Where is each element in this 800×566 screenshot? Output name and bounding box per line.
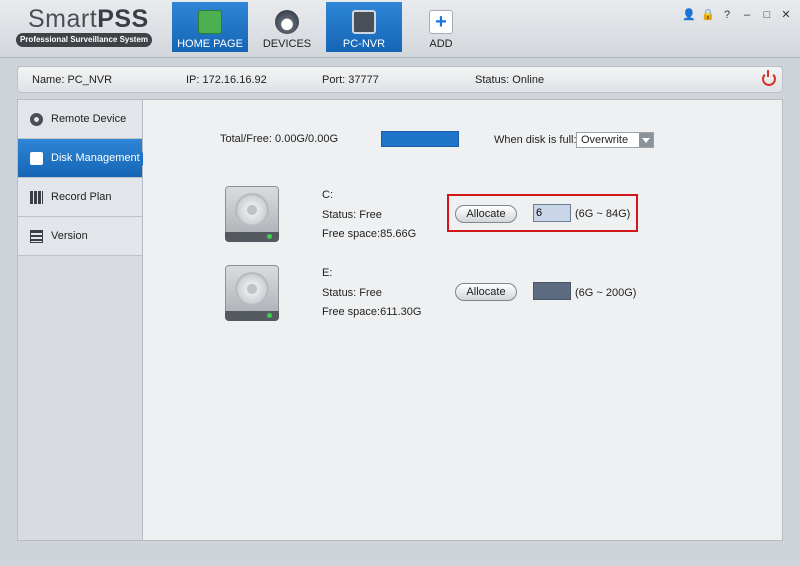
hard-disk-icon bbox=[225, 186, 279, 242]
disk-usage-bar bbox=[381, 131, 459, 147]
hdd-led bbox=[267, 313, 272, 318]
drive-free-space: Free space:611.30G bbox=[322, 306, 422, 318]
chevron-down-icon[interactable] bbox=[639, 133, 653, 147]
device-name: Name: PC_NVR bbox=[32, 74, 113, 86]
record-icon bbox=[30, 191, 43, 204]
tab-label: ADD bbox=[429, 38, 453, 50]
help-icon[interactable]: ? bbox=[720, 8, 734, 22]
close-button[interactable]: ✕ bbox=[779, 8, 793, 22]
sidebar-item-label: Version bbox=[51, 230, 88, 242]
device-status: Status: Online bbox=[475, 74, 545, 86]
when-full-value: Overwrite bbox=[581, 134, 629, 146]
highlight-box bbox=[447, 194, 638, 232]
tab-label: PC-NVR bbox=[342, 38, 386, 50]
logo-subtitle: Professional Surveillance System bbox=[16, 33, 152, 47]
nvr-icon bbox=[352, 10, 376, 34]
allocate-range-e: (6G ~ 200G) bbox=[575, 287, 637, 299]
camera-icon bbox=[275, 10, 299, 34]
hard-disk-icon bbox=[225, 265, 279, 321]
tab-add[interactable]: + ADD bbox=[403, 2, 479, 52]
sidebar-item-label: Disk Management bbox=[51, 152, 140, 164]
sidebar-item-remote-device[interactable]: Remote Device bbox=[18, 100, 142, 139]
minimize-button[interactable]: – bbox=[740, 8, 754, 22]
total-free-label: Total/Free: 0.00G/0.00G bbox=[220, 133, 339, 145]
allocate-button-e[interactable]: Allocate bbox=[455, 283, 517, 301]
tab-pc-nvr[interactable]: PC-NVR bbox=[326, 2, 402, 52]
drive-status: Status: Free bbox=[322, 209, 382, 221]
sidebar-item-disk-management[interactable]: Disk Management bbox=[18, 139, 149, 178]
title-bar: SmartPSS Professional Surveillance Syste… bbox=[0, 0, 800, 58]
device-ip: IP: 172.16.16.92 bbox=[186, 74, 267, 86]
sidebar-item-label: Record Plan bbox=[51, 191, 112, 203]
hdd-led bbox=[267, 234, 272, 239]
app-logo: SmartPSS Professional Surveillance Syste… bbox=[16, 5, 156, 47]
drive-name: E: bbox=[322, 267, 333, 279]
version-icon bbox=[30, 230, 43, 243]
maximize-button[interactable]: □ bbox=[760, 8, 774, 22]
tab-label: DEVICES bbox=[262, 38, 312, 50]
tab-home-page[interactable]: HOME PAGE bbox=[172, 2, 248, 52]
drive-status: Status: Free bbox=[322, 287, 382, 299]
device-info-bar: Name: PC_NVR IP: 172.16.16.92 Port: 3777… bbox=[17, 66, 783, 93]
tab-devices[interactable]: DEVICES bbox=[249, 2, 325, 52]
sidebar: Remote Device Disk Management Record Pla… bbox=[17, 99, 149, 541]
sidebar-item-version[interactable]: Version bbox=[18, 217, 142, 256]
sidebar-item-label: Remote Device bbox=[51, 113, 127, 125]
when-full-label: When disk is full: bbox=[494, 134, 577, 146]
lock-icon[interactable]: 🔒 bbox=[701, 8, 715, 22]
logo-text: SmartPSS bbox=[28, 5, 149, 33]
disk-management-panel: Total/Free: 0.00G/0.00G When disk is ful… bbox=[143, 99, 783, 541]
when-full-select[interactable]: Overwrite bbox=[576, 132, 654, 148]
disk-icon bbox=[30, 152, 43, 165]
home-icon bbox=[198, 10, 222, 34]
drive-free-space: Free space:85.66G bbox=[322, 228, 417, 240]
add-icon: + bbox=[429, 10, 453, 34]
device-port: Port: 37777 bbox=[322, 74, 379, 86]
gear-icon bbox=[30, 113, 43, 126]
allocate-input-e[interactable] bbox=[533, 282, 571, 300]
tab-label: HOME PAGE bbox=[177, 38, 243, 50]
user-icon[interactable]: 👤 bbox=[682, 8, 696, 22]
drive-name: C: bbox=[322, 189, 333, 201]
power-icon[interactable] bbox=[762, 70, 776, 86]
sidebar-item-record-plan[interactable]: Record Plan bbox=[18, 178, 142, 217]
